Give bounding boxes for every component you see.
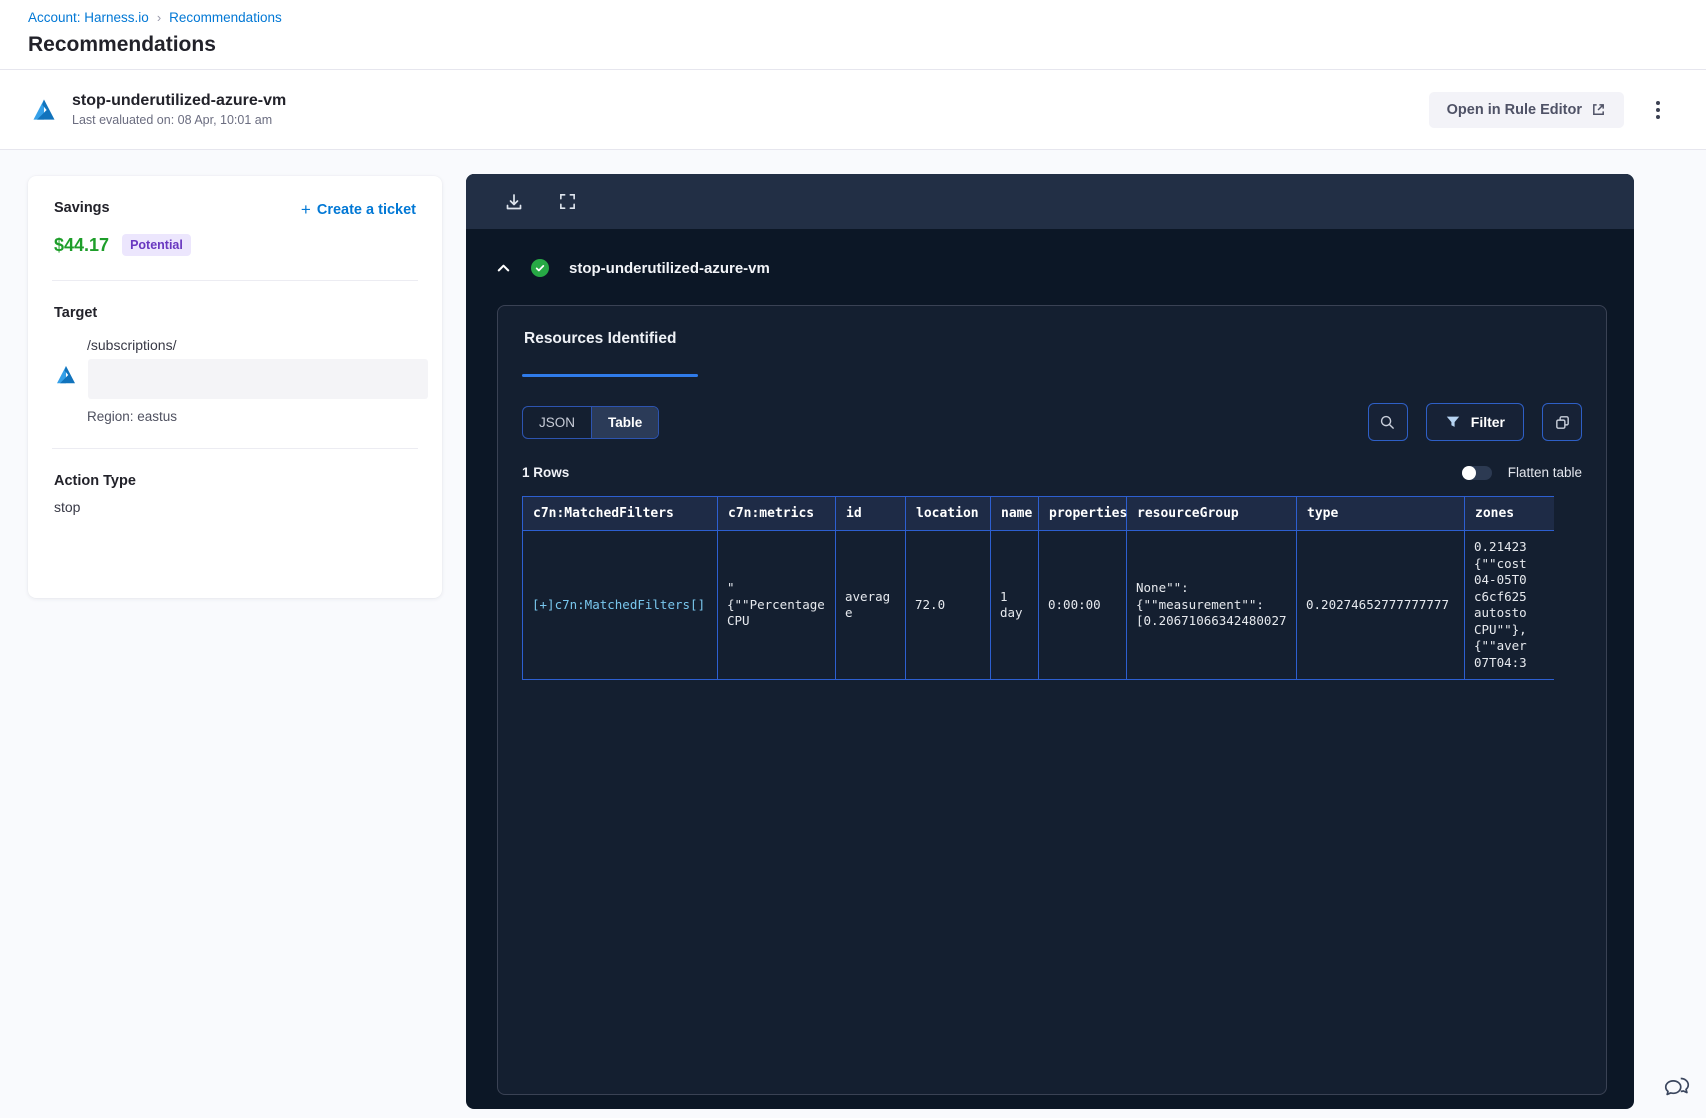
divider [52,280,418,281]
cell-matchedfilters-expand[interactable]: [+]c7n:MatchedFilters[] [522,530,718,680]
open-rule-editor-label: Open in Rule Editor [1446,101,1582,118]
page-title: Recommendations [28,33,216,56]
breadcrumb-recommendations-link[interactable]: Recommendations [169,10,282,25]
savings-card: Savings + Create a ticket $44.17 Potenti… [28,176,442,598]
cell-location: 72.0 [905,530,991,680]
potential-badge: Potential [122,234,191,256]
rule-result-header: stop-underutilized-azure-vm [466,229,1634,277]
panel-toolbar [466,174,1634,229]
cell-properties: 0:00:00 [1038,530,1127,680]
filter-button[interactable]: Filter [1425,403,1524,441]
cell-type: 0.20274652777777777 [1296,530,1465,680]
download-icon[interactable] [504,192,524,212]
flatten-table-toggle[interactable] [1461,465,1492,480]
col-header-location[interactable]: location [905,496,991,531]
copy-button[interactable] [1542,403,1582,441]
col-header-id[interactable]: id [835,496,906,531]
target-label: Target [54,305,98,321]
breadcrumb: Account: Harness.io › Recommendations [28,10,1706,25]
main-content: Savings + Create a ticket $44.17 Potenti… [0,150,1706,1118]
search-icon [1379,414,1396,431]
flatten-table-label: Flatten table [1507,465,1582,480]
cell-metrics: " {""Percentage CPU [717,530,836,680]
action-type-label: Action Type [54,473,136,489]
help-chat-icon[interactable] [1662,1071,1692,1106]
open-rule-editor-button[interactable]: Open in Rule Editor [1428,91,1624,128]
resources-identified-card: Resources Identified JSON Table Filter 1… [497,305,1607,1095]
cell-zones: 0.21423 {""cost 04-05T0 c6cf625 autosto … [1464,530,1554,680]
success-check-icon [531,259,549,277]
view-table-segment[interactable]: Table [592,406,659,438]
collapse-chevron-icon[interactable] [496,261,511,276]
target-resource-placeholder [88,359,428,399]
col-header-matchedfilters[interactable]: c7n:MatchedFilters [522,496,718,531]
top-bar: Account: Harness.io › Recommendations Re… [0,0,1706,57]
col-header-name[interactable]: name [990,496,1039,531]
search-button[interactable] [1367,403,1408,441]
breadcrumb-separator-icon: › [156,10,162,25]
table-header-row: c7n:MatchedFilters c7n:metrics id locati… [522,496,1554,531]
breadcrumb-account-link[interactable]: Account: Harness.io [28,10,149,25]
col-header-resourcegroup[interactable]: resourceGroup [1126,496,1297,531]
cell-id: average [835,530,906,680]
fullscreen-icon[interactable] [558,192,577,211]
col-header-type[interactable]: type [1296,496,1465,531]
view-json-segment[interactable]: JSON [523,406,593,438]
cell-resourcegroup: None"": {""measurement"": [0.20671066342… [1126,530,1297,680]
recommendation-header: stop-underutilized-azure-vm Last evaluat… [0,70,1706,150]
table-row: [+]c7n:MatchedFilters[] " {""Percentage … [522,530,1554,680]
copy-icon [1554,414,1571,431]
target-subscription-path: /subscriptions/ [87,337,177,353]
results-table-container[interactable]: c7n:MatchedFilters c7n:metrics id locati… [522,496,1554,680]
tab-resources-identified[interactable]: Resources Identified [522,330,698,377]
savings-label: Savings [54,200,110,216]
rows-count: 1 Rows [522,465,570,480]
azure-logo-icon [30,96,58,124]
plus-icon: + [300,200,311,219]
col-header-properties[interactable]: properties [1038,496,1127,531]
active-tab-underline [522,374,698,377]
resources-identified-tab-label: Resources Identified [524,330,677,347]
view-mode-toggle: JSON Table [522,405,660,439]
target-region: Region: eastus [87,409,178,424]
toggle-knob [1461,465,1476,480]
evaluation-output-panel: stop-underutilized-azure-vm Resources Id… [466,174,1634,1109]
results-table: c7n:MatchedFilters c7n:metrics id locati… [522,496,1554,680]
divider [52,448,418,449]
external-link-icon [1591,102,1606,117]
col-header-metrics[interactable]: c7n:metrics [717,496,836,531]
col-header-zones[interactable]: zones [1464,496,1554,531]
filter-funnel-icon [1445,414,1461,430]
savings-amount: $44.17 [54,234,110,255]
create-ticket-button[interactable]: + Create a ticket [301,200,416,220]
create-ticket-label: Create a ticket [316,202,416,218]
filter-button-label: Filter [1470,414,1505,430]
recommendation-title: stop-underutilized-azure-vm [72,92,287,109]
action-type-value: stop [54,499,81,515]
more-options-kebab-menu[interactable] [1650,97,1666,123]
recommendation-last-evaluated: Last evaluated on: 08 Apr, 10:01 am [72,113,273,127]
rule-result-title: stop-underutilized-azure-vm [569,259,770,277]
azure-target-icon [54,363,78,387]
cell-name: 1 day [990,530,1039,680]
